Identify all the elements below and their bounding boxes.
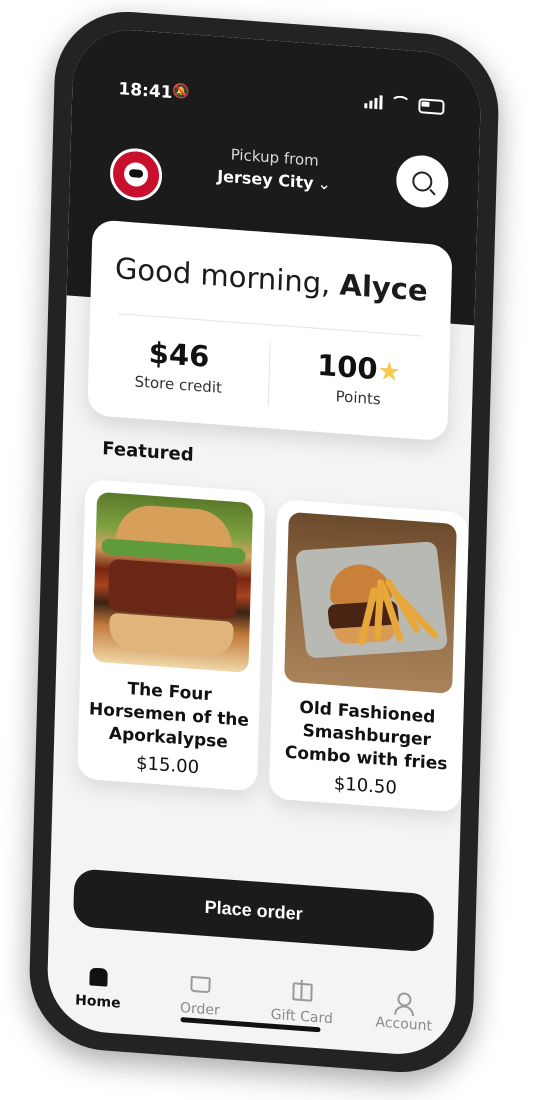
tray [294, 541, 449, 659]
place-order-button[interactable]: Place order [72, 868, 435, 953]
account-icon [393, 988, 416, 1012]
phone-screen: 18:41 🔕 Pickup from Jersey City ⌄ Good m… [46, 25, 482, 1059]
home-icon [87, 965, 110, 989]
gift-icon [291, 980, 314, 1004]
product-name: The Four Horsemen of the Aporkalypse [88, 679, 250, 753]
welcome-card: Good morning, Alyce $46 Store credit 100… [87, 219, 453, 442]
tab-label: Order [179, 1000, 220, 1019]
star-icon: ★ [377, 356, 402, 388]
combo-photo [284, 511, 457, 694]
product-card[interactable]: The Four Horsemen of the Aporkalypse $15… [77, 478, 266, 792]
phone-frame: 18:41 🔕 Pickup from Jersey City ⌄ Good m… [27, 6, 501, 1078]
wifi-icon [390, 95, 411, 113]
store-credit-stat[interactable]: $46 Store credit [88, 331, 269, 400]
tab-order[interactable]: Order [155, 970, 246, 1021]
product-card[interactable]: Old Fashioned Smashburger Combo with fri… [268, 498, 470, 813]
tab-home[interactable]: Home [53, 963, 144, 1014]
meat [107, 558, 238, 620]
search-icon [412, 170, 433, 193]
bun-bottom [108, 612, 234, 658]
tab-gift-card[interactable]: Gift Card [257, 978, 348, 1029]
greeting: Good morning, Alyce [91, 249, 452, 309]
featured-products: The Four Horsemen of the Aporkalypse $15… [77, 478, 470, 813]
tab-bar: Home Order Gift Card Account [46, 954, 456, 1058]
points-stat[interactable]: 100★ Points [268, 344, 449, 413]
cart-icon [189, 973, 212, 997]
tab-account[interactable]: Account [359, 985, 450, 1036]
signal-icon [364, 94, 383, 110]
tab-label: Account [375, 1014, 433, 1035]
bell-slash-icon: 🔕 [172, 83, 191, 101]
points-value: 100 [316, 347, 379, 387]
chevron-down-icon: ⌄ [317, 173, 332, 194]
card-divider [118, 313, 423, 337]
tab-label: Home [74, 992, 121, 1012]
battery-icon [418, 97, 445, 115]
featured-title: Featured [102, 438, 194, 466]
user-name: Alyce [339, 267, 429, 308]
product-name: Old Fashioned Smashburger Combo with fri… [284, 697, 448, 775]
fries [356, 572, 440, 667]
greeting-prefix: Good morning, [114, 250, 341, 302]
status-time: 18:41 [118, 79, 173, 104]
app-mockup: 18:41 🔕 Pickup from Jersey City ⌄ Good m… [0, 0, 544, 1100]
burger-photo [92, 491, 254, 673]
